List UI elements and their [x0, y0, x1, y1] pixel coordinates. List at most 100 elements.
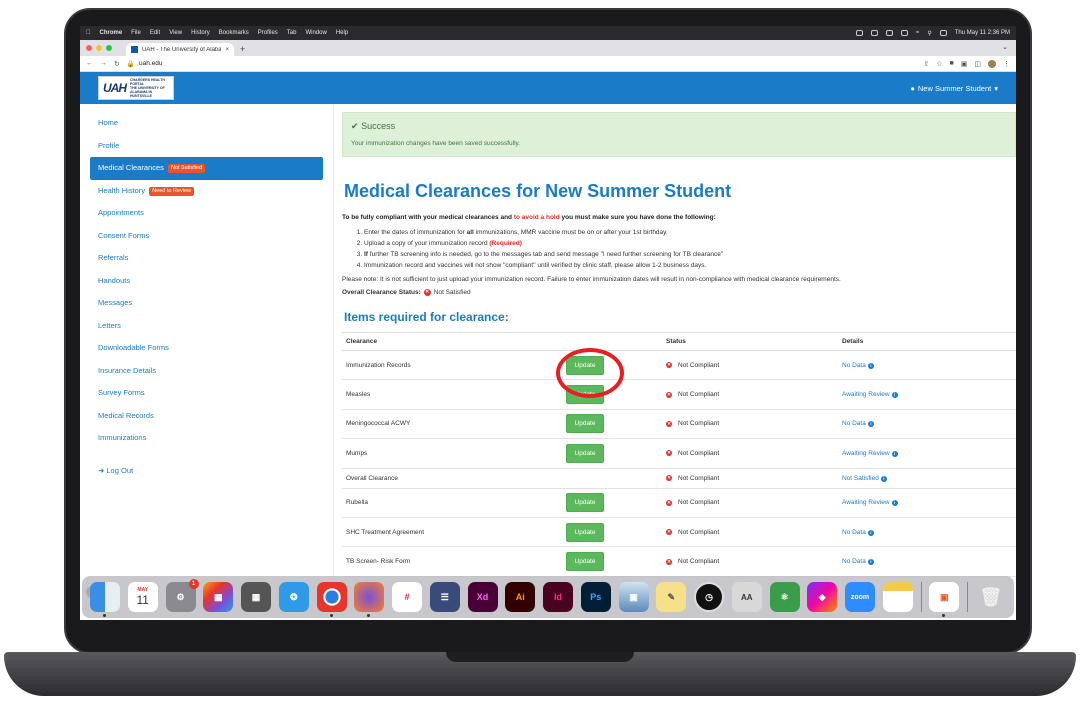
status-icon[interactable] [856, 30, 864, 36]
search-icon[interactable]: ⚲ [927, 30, 931, 37]
apple-icon[interactable]:  [86, 30, 91, 36]
sidebar-item-consent-forms[interactable]: Consent Forms [90, 225, 323, 248]
sidebar-item-messages[interactable]: Messages [90, 292, 323, 315]
details-link[interactable]: No Data [842, 529, 866, 536]
sidebar-item-appointments[interactable]: Appointments [90, 202, 323, 225]
details-link[interactable]: Awaiting Review [842, 450, 890, 457]
sidebar-item-medical-records[interactable]: Medical Records [90, 405, 323, 428]
battery-icon[interactable] [901, 30, 909, 36]
sidebar-item-immunizations[interactable]: Immunizations [90, 427, 323, 450]
menubar-clock[interactable]: Thu May 11 2:36 PM [955, 30, 1010, 36]
new-tab-button[interactable]: + [240, 43, 245, 56]
menubar-help[interactable]: Help [336, 30, 348, 36]
tab-search-chevron-icon[interactable]: ⌄ [1002, 43, 1008, 51]
bookmark-star-icon[interactable]: ☆ [936, 60, 942, 68]
calendar-icon[interactable]: MAY 11 [127, 582, 158, 612]
info-icon[interactable]: i [867, 559, 874, 566]
firefox-icon[interactable] [354, 582, 385, 617]
slack-icon[interactable]: # [392, 582, 422, 612]
info-icon[interactable]: i [867, 421, 874, 428]
info-icon[interactable]: i [867, 362, 874, 369]
safari-icon[interactable]: ❂ [278, 582, 309, 612]
details-link[interactable]: Not Satisfied [842, 475, 879, 482]
info-icon[interactable]: i [891, 392, 898, 399]
profile-avatar[interactable] [988, 59, 996, 68]
activity-monitor-icon[interactable]: ◷ [694, 582, 724, 612]
user-menu-dropdown[interactable]: ● New Summer Student ▾ [910, 84, 998, 93]
sidebar-item-insurance-details[interactable]: Insurance Details [90, 360, 323, 383]
info-icon[interactable]: i [891, 450, 898, 457]
info-icon[interactable]: i [880, 475, 887, 482]
sidebar-item-handouts[interactable]: Handouts [90, 270, 323, 293]
sidebar-item-home[interactable]: Home [90, 112, 323, 135]
logout-link[interactable]: ➜ Log Out [90, 460, 323, 483]
atom-icon[interactable]: ⚛ [769, 582, 800, 612]
wifi-icon[interactable]: ≈ [916, 30, 919, 36]
finder-icon[interactable] [90, 582, 120, 617]
settings-sliders-icon[interactable]: ☰ [429, 582, 460, 612]
menubar-view[interactable]: View [169, 30, 182, 36]
zoom-icon[interactable]: zoom [845, 582, 875, 612]
update-button[interactable]: Update [566, 355, 604, 375]
sidebar-toggle-icon[interactable]: ◫ [974, 60, 981, 68]
menubar-tab[interactable]: Tab [287, 30, 297, 36]
update-button[interactable]: Update [566, 552, 604, 572]
sidebar-item-referrals[interactable]: Referrals [90, 247, 323, 270]
menubar-profiles[interactable]: Profiles [258, 30, 278, 36]
gradient-app-icon[interactable]: ◆ [807, 582, 838, 612]
control-center-icon[interactable] [939, 30, 947, 36]
menubar-bookmarks[interactable]: Bookmarks [219, 30, 249, 36]
menubar-history[interactable]: History [191, 30, 210, 36]
preview-icon[interactable]: ▣ [618, 582, 649, 612]
menubar-file[interactable]: File [131, 30, 141, 36]
browser-menu-icon[interactable]: ⋮ [1003, 60, 1010, 68]
adobe-xd-icon[interactable]: Xd [467, 582, 498, 612]
puzzle-extensions-icon[interactable]: ▣ [961, 60, 968, 68]
info-icon[interactable]: i [891, 500, 898, 507]
update-button[interactable]: Update [566, 522, 604, 542]
update-button[interactable]: Update [566, 414, 604, 434]
trash-icon[interactable]: 🗑 [976, 582, 1006, 612]
adobe-illustrator-icon[interactable]: Ai [505, 582, 536, 612]
adobe-indesign-icon[interactable]: Id [543, 582, 573, 612]
status-icon[interactable] [886, 30, 894, 36]
launchpad-icon[interactable]: ▦ [203, 582, 234, 612]
sidebar-item-health-history[interactable]: Health History Need to Review [90, 180, 323, 203]
adobe-photoshop-icon[interactable]: Ps [580, 582, 611, 612]
sidebar-item-survey-forms[interactable]: Survey Forms [90, 382, 323, 405]
details-link[interactable]: No Data [842, 558, 866, 565]
details-link[interactable]: Awaiting Review [842, 499, 890, 506]
sidebar-item-downloadable-forms[interactable]: Downloadable Forms [90, 337, 323, 360]
update-button[interactable]: Update [566, 443, 604, 463]
app-window-icon[interactable]: ▣ [929, 582, 960, 617]
details-link[interactable]: Awaiting Review [842, 391, 890, 398]
update-button[interactable]: Update [566, 493, 604, 513]
chrome-icon[interactable] [316, 582, 347, 617]
site-logo[interactable]: UAH CHARGERS HEALTH PORTAL THE UNIVERSIT… [98, 76, 174, 100]
menubar-app-name[interactable]: Chrome [100, 30, 123, 36]
reload-icon[interactable]: ↻ [114, 60, 120, 68]
update-button[interactable]: Update [566, 385, 604, 405]
maximize-window-button[interactable] [106, 45, 112, 51]
menubar-window[interactable]: Window [305, 30, 326, 36]
share-icon[interactable]: ⇧ [923, 60, 929, 68]
system-settings-icon[interactable]: ⚙ 1 [165, 579, 199, 612]
info-icon[interactable]: i [867, 529, 874, 536]
extension-icon[interactable]: ■ [950, 60, 954, 67]
sidebar-item-medical-clearances[interactable]: Medical Clearances Not Satisfied [90, 157, 323, 180]
calculator-icon[interactable]: ▦ [241, 582, 271, 612]
sidebar-item-profile[interactable]: Profile [90, 135, 323, 158]
font-book-icon[interactable]: AA [731, 582, 762, 612]
forward-arrow-icon[interactable]: → [100, 60, 107, 67]
sidebar-item-letters[interactable]: Letters [90, 315, 323, 338]
back-arrow-icon[interactable]: ← [86, 60, 93, 67]
details-link[interactable]: No Data [842, 420, 866, 427]
menubar-edit[interactable]: Edit [150, 30, 160, 36]
details-link[interactable]: No Data [842, 362, 866, 369]
browser-tab[interactable]: UAH - The University of Alabam × [126, 43, 234, 56]
minimize-window-button[interactable] [96, 45, 102, 51]
close-window-button[interactable] [86, 45, 92, 51]
close-tab-icon[interactable]: × [225, 47, 229, 53]
notes-paper-icon[interactable]: ✎ [656, 582, 687, 612]
notes-icon[interactable] [882, 582, 913, 612]
